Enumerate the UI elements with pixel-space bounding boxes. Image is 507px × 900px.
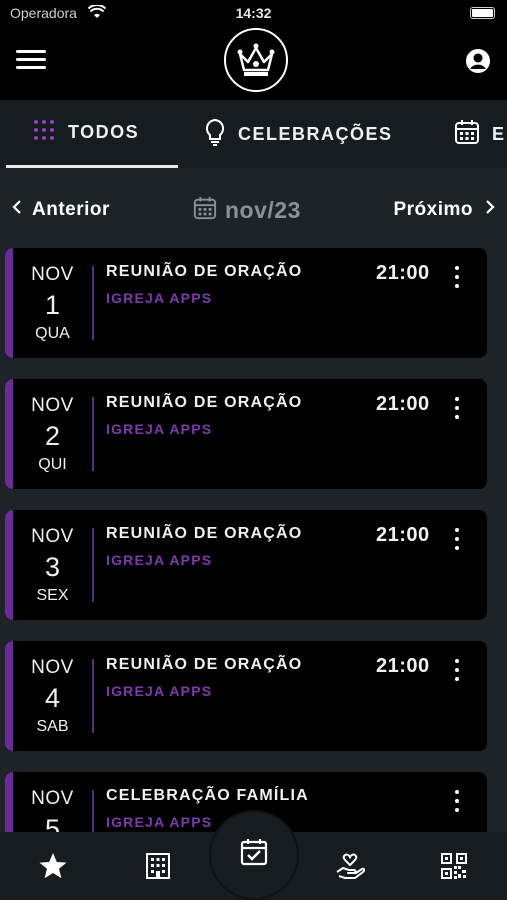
tab-label: E bbox=[492, 123, 506, 144]
tab-todos[interactable]: TODOS bbox=[6, 100, 178, 168]
more-options-icon[interactable] bbox=[449, 397, 465, 419]
next-month-button[interactable]: Próximo bbox=[393, 198, 495, 221]
card-divider bbox=[92, 790, 94, 832]
event-title: REUNIÃO DE ORAÇÃO bbox=[106, 263, 303, 280]
card-divider bbox=[92, 397, 94, 471]
tab-label: CELEBRAÇÕES bbox=[238, 123, 393, 144]
event-weekday: QUA bbox=[35, 325, 70, 342]
event-date: NOV 1 QUA bbox=[13, 248, 92, 343]
event-day: 5 bbox=[44, 814, 61, 832]
crown-logo bbox=[224, 28, 288, 92]
event-card[interactable]: NOV 4 SAB REUNIÃO DE ORAÇÃO IGREJA APPS … bbox=[5, 641, 487, 751]
app-header bbox=[0, 26, 507, 100]
event-organization: IGREJA APPS bbox=[106, 683, 213, 699]
event-time: 21:00 bbox=[376, 393, 430, 415]
previous-month-button[interactable]: Anterior bbox=[12, 198, 110, 221]
event-card[interactable]: NOV 1 QUA REUNIÃO DE ORAÇÃO IGREJA APPS … bbox=[5, 248, 487, 358]
event-time: 21:00 bbox=[376, 524, 430, 546]
current-month-label: nov/23 bbox=[225, 197, 301, 223]
calendar-icon bbox=[193, 196, 217, 225]
event-day: 3 bbox=[44, 552, 61, 582]
qr-code-icon[interactable] bbox=[424, 832, 484, 900]
more-options-icon[interactable] bbox=[449, 266, 465, 288]
lightbulb-icon bbox=[204, 118, 226, 151]
more-options-icon[interactable] bbox=[449, 528, 465, 550]
event-title: REUNIÃO DE ORAÇÃO bbox=[106, 525, 303, 542]
event-time: 21:00 bbox=[376, 655, 430, 677]
event-month: NOV bbox=[31, 788, 74, 809]
tab-eventos[interactable]: E bbox=[454, 100, 506, 168]
battery-icon bbox=[470, 7, 495, 19]
event-organization: IGREJA APPS bbox=[106, 421, 213, 437]
card-divider bbox=[92, 528, 94, 602]
chevron-left-icon bbox=[12, 198, 22, 221]
event-weekday: SEX bbox=[36, 587, 69, 604]
category-tabs: TODOS CELEBRAÇÕES E bbox=[0, 100, 507, 168]
tab-celebracoes[interactable]: CELEBRAÇÕES bbox=[204, 100, 393, 168]
event-weekday: QUI bbox=[38, 456, 67, 473]
event-month: NOV bbox=[31, 657, 74, 678]
event-list: NOV 1 QUA REUNIÃO DE ORAÇÃO IGREJA APPS … bbox=[5, 248, 487, 832]
more-options-icon[interactable] bbox=[449, 790, 465, 812]
event-title: REUNIÃO DE ORAÇÃO bbox=[106, 656, 303, 673]
event-month: NOV bbox=[31, 526, 74, 547]
card-divider bbox=[92, 659, 94, 733]
calendar-check-icon[interactable] bbox=[224, 818, 284, 886]
hamburger-menu-button[interactable] bbox=[16, 50, 46, 72]
event-title: REUNIÃO DE ORAÇÃO bbox=[106, 394, 303, 411]
grid-icon bbox=[32, 118, 56, 147]
building-icon[interactable] bbox=[128, 832, 188, 900]
event-organization: IGREJA APPS bbox=[106, 290, 213, 306]
event-time: 21:00 bbox=[376, 262, 430, 284]
event-card[interactable]: NOV 3 SEX REUNIÃO DE ORAÇÃO IGREJA APPS … bbox=[5, 510, 487, 620]
current-month-button[interactable]: nov/23 bbox=[193, 196, 301, 225]
bottom-navigation bbox=[0, 810, 507, 900]
event-organization: IGREJA APPS bbox=[106, 552, 213, 568]
previous-label: Anterior bbox=[32, 198, 110, 220]
event-month: NOV bbox=[31, 395, 74, 416]
event-date: NOV 5 bbox=[13, 772, 92, 832]
event-card[interactable]: NOV 2 QUI REUNIÃO DE ORAÇÃO IGREJA APPS … bbox=[5, 379, 487, 489]
next-label: Próximo bbox=[393, 198, 473, 220]
event-month: NOV bbox=[31, 264, 74, 285]
month-navigator: Anterior nov/23 Próximo bbox=[0, 196, 507, 226]
event-list-panel: Anterior nov/23 Próximo NOV 1 QUA REUNIÃ… bbox=[0, 168, 507, 832]
more-options-icon[interactable] bbox=[449, 659, 465, 681]
event-date: NOV 4 SAB bbox=[13, 641, 92, 736]
event-title: CELEBRAÇÃO FAMÍLIA bbox=[106, 787, 309, 804]
chevron-right-icon bbox=[485, 198, 495, 221]
event-day: 2 bbox=[44, 421, 61, 451]
heart-hand-icon[interactable] bbox=[320, 832, 380, 900]
star-icon[interactable] bbox=[23, 832, 83, 900]
tab-label: TODOS bbox=[68, 122, 140, 142]
event-date: NOV 2 QUI bbox=[13, 379, 92, 474]
calendar-icon bbox=[454, 119, 480, 150]
card-divider bbox=[92, 266, 94, 340]
event-day: 1 bbox=[44, 290, 61, 320]
clock: 14:32 bbox=[235, 5, 272, 21]
event-weekday: SAB bbox=[36, 718, 69, 735]
event-date: NOV 3 SEX bbox=[13, 510, 92, 605]
status-bar: Operadora 14:32 bbox=[0, 0, 507, 26]
user-profile-icon[interactable] bbox=[465, 48, 491, 74]
event-day: 4 bbox=[44, 683, 61, 713]
event-organization: IGREJA APPS bbox=[106, 814, 213, 830]
